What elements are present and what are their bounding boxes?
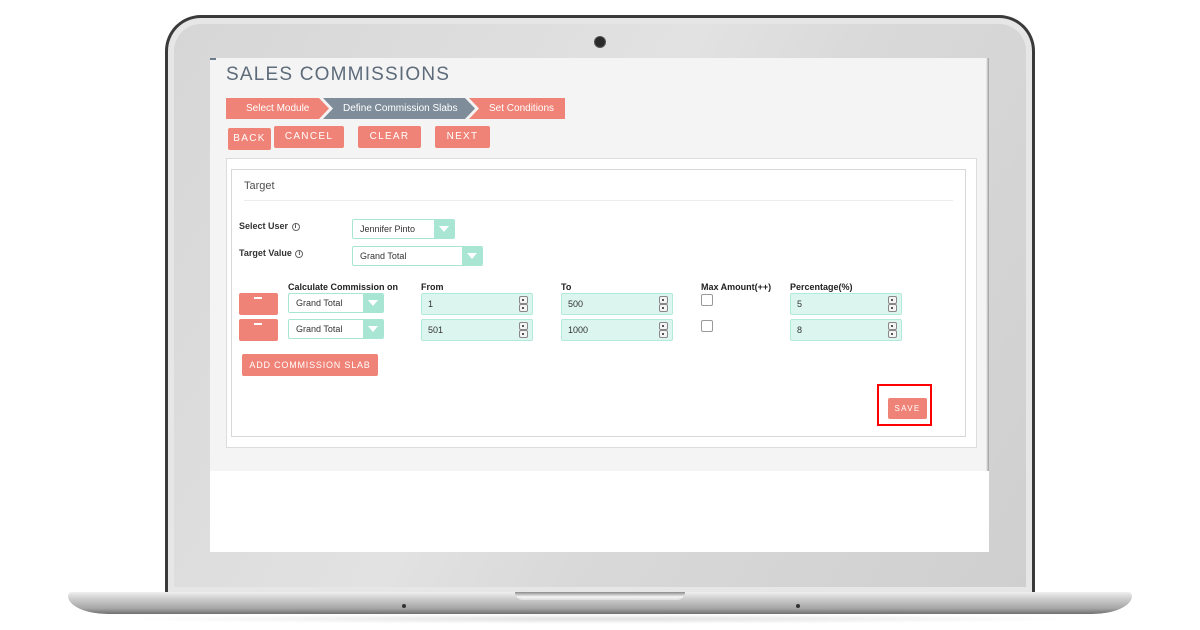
- spin-up-icon[interactable]: [519, 322, 528, 330]
- back-button[interactable]: BACK: [228, 128, 271, 150]
- number-spinner[interactable]: [888, 322, 897, 338]
- spin-down-icon[interactable]: [659, 330, 668, 338]
- to-value: 500: [568, 299, 584, 309]
- target-value-label-text: Target Value: [239, 248, 292, 258]
- to-input[interactable]: 500: [561, 293, 673, 315]
- number-spinner[interactable]: [519, 322, 528, 338]
- header-percentage: Percentage(%): [790, 282, 853, 292]
- step-define-commission-slabs[interactable]: Define Commission Slabs: [323, 98, 475, 119]
- info-icon[interactable]: i: [291, 222, 300, 231]
- select-user-label: Select User i: [239, 221, 300, 231]
- top-marker: [210, 58, 216, 60]
- divider: [244, 200, 953, 201]
- percentage-input[interactable]: 5: [790, 293, 902, 315]
- cancel-button[interactable]: CANCEL: [274, 126, 344, 148]
- spin-down-icon[interactable]: [888, 330, 897, 338]
- laptop-notch: [515, 592, 685, 600]
- percentage-value: 8: [797, 325, 803, 335]
- target-panel: Target Select User i Jennifer Pinto Targ…: [231, 169, 966, 437]
- spin-down-icon[interactable]: [519, 304, 528, 312]
- header-calculate-on: Calculate Commission on: [288, 282, 399, 292]
- target-value-label: Target Value i: [239, 248, 304, 258]
- spin-down-icon[interactable]: [659, 304, 668, 312]
- calculate-on-value: Grand Total: [296, 298, 343, 308]
- remove-slab-button[interactable]: [239, 319, 278, 341]
- max-amount-checkbox[interactable]: [701, 320, 713, 332]
- spin-up-icon[interactable]: [519, 296, 528, 304]
- number-spinner[interactable]: [519, 296, 528, 312]
- calculate-on-value: Grand Total: [296, 324, 343, 334]
- spin-up-icon[interactable]: [888, 296, 897, 304]
- header-from: From: [421, 282, 444, 292]
- target-value-value: Grand Total: [360, 251, 407, 261]
- chevron-down-icon: [462, 247, 482, 265]
- commission-panel: Target Select User i Jennifer Pinto Targ…: [226, 158, 977, 448]
- spin-up-icon[interactable]: [888, 322, 897, 330]
- spin-up-icon[interactable]: [659, 322, 668, 330]
- next-button[interactable]: NEXT: [435, 126, 490, 148]
- laptop-shadow: [110, 614, 1090, 624]
- step-select-module[interactable]: Select Module: [226, 98, 329, 119]
- calculate-on-dropdown[interactable]: Grand Total: [288, 293, 384, 313]
- info-icon[interactable]: i: [295, 249, 304, 258]
- chevron-down-icon: [363, 320, 383, 338]
- number-spinner[interactable]: [659, 296, 668, 312]
- remove-slab-button[interactable]: [239, 293, 278, 315]
- chevron-down-icon: [434, 220, 454, 238]
- from-value: 501: [428, 325, 444, 335]
- add-commission-slab-button[interactable]: ADD COMMISSION SLAB: [242, 354, 378, 376]
- from-input[interactable]: 1: [421, 293, 533, 315]
- laptop-foot-dot: [402, 604, 406, 608]
- percentage-value: 5: [797, 299, 803, 309]
- max-amount-checkbox[interactable]: [701, 294, 713, 306]
- number-spinner[interactable]: [659, 322, 668, 338]
- clear-button[interactable]: CLEAR: [358, 126, 421, 148]
- target-value-dropdown[interactable]: Grand Total: [352, 246, 483, 266]
- header-max-amount: Max Amount(++): [701, 282, 772, 292]
- laptop-foot-dot: [796, 604, 800, 608]
- page-title: SALES COMMISSIONS: [226, 64, 451, 85]
- step-set-conditions[interactable]: Set Conditions: [469, 98, 565, 119]
- save-highlight-box: [877, 384, 932, 426]
- select-user-value: Jennifer Pinto: [360, 224, 416, 234]
- chevron-down-icon: [363, 294, 383, 312]
- spin-down-icon[interactable]: [519, 330, 528, 338]
- laptop-screen: SALES COMMISSIONS Select Module Define C…: [210, 58, 989, 552]
- select-user-dropdown[interactable]: Jennifer Pinto: [352, 219, 455, 239]
- select-user-label-text: Select User: [239, 221, 289, 231]
- percentage-input[interactable]: 8: [790, 319, 902, 341]
- spin-up-icon[interactable]: [659, 296, 668, 304]
- wizard-steps: Select Module Define Commission Slabs Se…: [226, 98, 565, 119]
- from-input[interactable]: 501: [421, 319, 533, 341]
- number-spinner[interactable]: [888, 296, 897, 312]
- header-to: To: [561, 282, 572, 292]
- section-title: Target: [244, 180, 275, 192]
- camera-icon: [594, 36, 606, 48]
- to-value: 1000: [568, 325, 589, 335]
- screen-edge: [986, 58, 989, 471]
- calculate-on-dropdown[interactable]: Grand Total: [288, 319, 384, 339]
- to-input[interactable]: 1000: [561, 319, 673, 341]
- app-window: SALES COMMISSIONS Select Module Define C…: [210, 58, 989, 471]
- spin-down-icon[interactable]: [888, 304, 897, 312]
- from-value: 1: [428, 299, 434, 309]
